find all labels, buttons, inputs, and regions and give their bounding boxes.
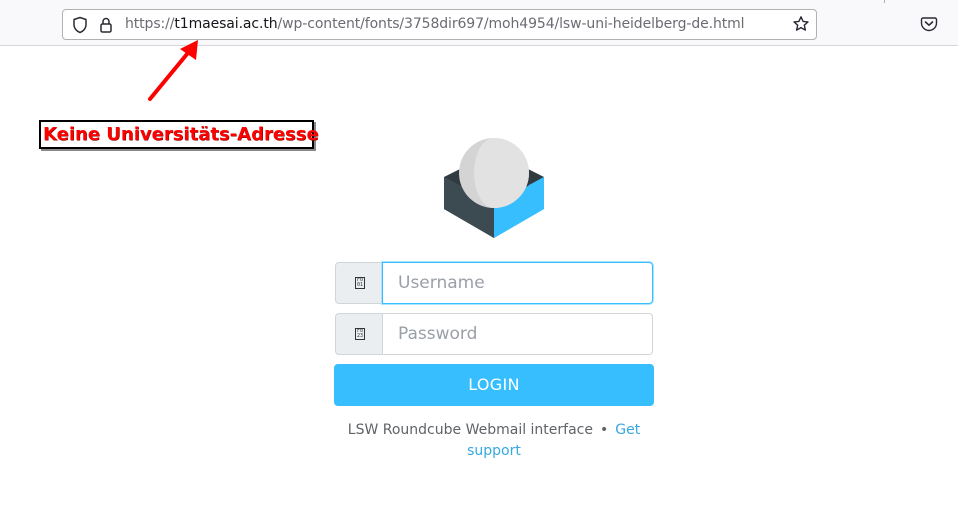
- roundcube-logo-icon: [444, 138, 544, 238]
- shield-icon[interactable]: [72, 16, 88, 34]
- url-text[interactable]: https://t1maesai.ac.th/wp-content/fonts/…: [125, 16, 745, 32]
- password-input[interactable]: [382, 313, 653, 355]
- url-path: /wp-content/fonts/3758dir697/moh4954/lsw…: [277, 16, 745, 32]
- login-button[interactable]: LOGIN: [334, 364, 654, 406]
- pocket-icon[interactable]: [920, 15, 938, 33]
- annotation-arrow-icon: [148, 40, 198, 101]
- footer-text: LSW Roundcube Webmail interface: [347, 422, 593, 438]
- toolbar-divider: [884, 0, 885, 3]
- annotation-label: Keine Universitäts-Adresse: [39, 120, 319, 149]
- url-host: t1maesai.ac.th: [174, 16, 278, 32]
- url-prefix: https://: [125, 16, 175, 32]
- lock-icon: F0 23: [355, 328, 365, 340]
- star-icon[interactable]: [792, 15, 810, 33]
- footer: LSW Roundcube Webmail interface • Get supp…: [334, 420, 654, 462]
- username-input[interactable]: [382, 262, 653, 304]
- password-field: F0 23: [335, 313, 653, 355]
- password-addon: F0 23: [335, 313, 382, 355]
- user-icon: F0 01: [355, 277, 365, 289]
- footer-separator: •: [600, 422, 609, 438]
- username-addon: F0 01: [335, 262, 382, 304]
- username-field: F0 01: [335, 262, 653, 304]
- lock-icon[interactable]: [98, 16, 114, 34]
